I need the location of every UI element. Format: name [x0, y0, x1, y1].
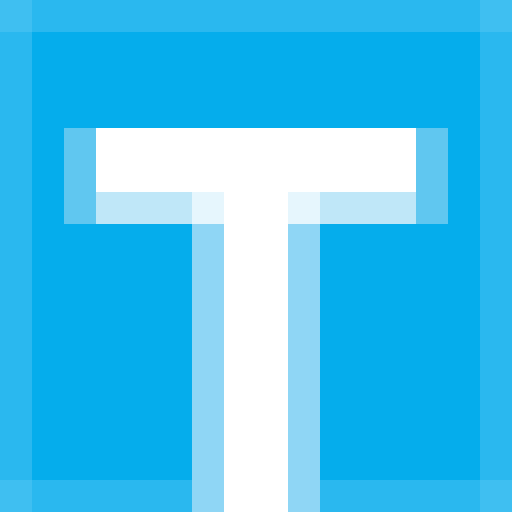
border-top: [0, 0, 512, 32]
t-stem-halo-left: [192, 224, 224, 512]
t-bar-halo-bottom-right: [320, 192, 416, 224]
t-bar-halo-left: [64, 128, 96, 224]
corner-bottom-right: [480, 480, 512, 512]
corner-top-right: [480, 0, 512, 32]
corner-top-left: [0, 0, 32, 32]
t-bar-halo-right: [416, 128, 448, 224]
border-right: [480, 32, 512, 480]
border-left: [0, 32, 32, 480]
t-glyph-bar: [96, 128, 416, 192]
t-glyph-stem: [224, 192, 288, 512]
corner-bottom-left: [0, 480, 32, 512]
t-bar-halo-bottom-left: [96, 192, 192, 224]
t-logo: [0, 0, 512, 512]
t-stem-halo-right: [288, 224, 320, 512]
